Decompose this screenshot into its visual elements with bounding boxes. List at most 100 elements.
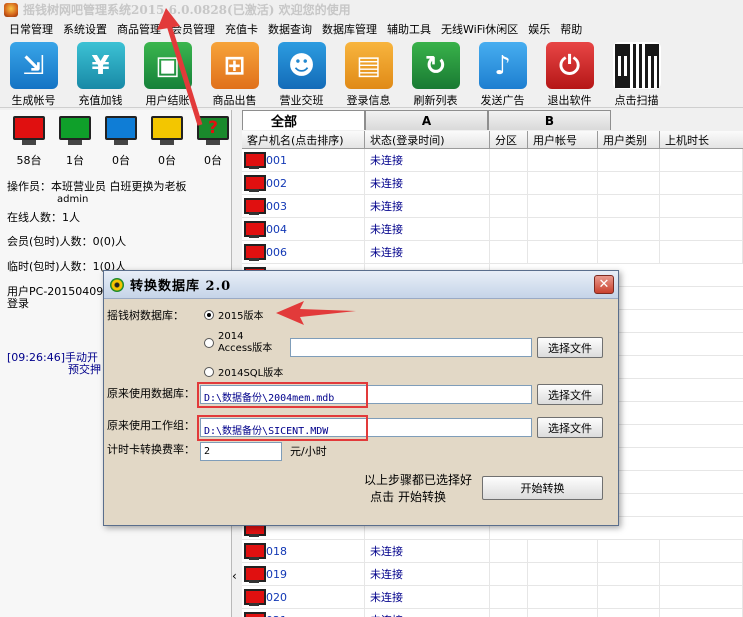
table-row[interactable]: 019 未连接 xyxy=(242,563,743,586)
shift-handover-button[interactable]: ☻ 营业交班 xyxy=(268,40,335,108)
select-file-button-access[interactable]: 选择文件 xyxy=(537,337,603,358)
send-ad-button[interactable]: ♪ 发送广告 xyxy=(469,40,536,108)
red-monitor-icon xyxy=(243,220,266,239)
access-path-input[interactable] xyxy=(290,338,532,357)
col-duration[interactable]: 上机时长 xyxy=(660,131,743,148)
menu-daily[interactable]: 日常管理 xyxy=(4,21,58,37)
orig-db-label: 原来使用数据库： xyxy=(107,387,195,400)
radio-unselected-icon xyxy=(204,338,214,348)
rate-unit: 元/小时 xyxy=(290,445,327,458)
menu-settings[interactable]: 系统设置 xyxy=(58,21,112,37)
dialog-app-icon xyxy=(110,277,124,292)
refresh-list-button[interactable]: ↻ 刷新列表 xyxy=(402,40,469,108)
menu-help[interactable]: 帮助 xyxy=(555,21,587,37)
locked-count[interactable]: 0台 xyxy=(144,116,190,168)
log-line-2: 预交押 xyxy=(68,363,101,376)
login-info-button[interactable]: ▤ 登录信息 xyxy=(335,40,402,108)
login-info-icon: ▤ xyxy=(344,42,393,89)
table-row[interactable]: 021 未连接 xyxy=(242,609,743,617)
dialog-titlebar: 转换数据库 2.0 ✕ xyxy=(104,271,618,299)
menu-query[interactable]: 数据查询 xyxy=(263,21,317,37)
sell-goods-button[interactable]: ⊞ 商品出售 xyxy=(201,40,268,108)
highlight-orig-workgroup xyxy=(197,415,368,441)
red-monitor-icon xyxy=(243,174,266,193)
menu-tools[interactable]: 辅助工具 xyxy=(382,21,436,37)
col-user-type[interactable]: 用户类别 xyxy=(598,131,660,148)
menu-members[interactable]: 会员管理 xyxy=(166,21,220,37)
col-client-name[interactable]: 客户机名(点击排序) xyxy=(242,131,365,148)
zone-tabs: 全部 A B xyxy=(242,110,743,130)
table-row[interactable]: 001 未连接 xyxy=(242,149,743,172)
tab-b[interactable]: B xyxy=(488,110,611,130)
dialog-title: 转换数据库 2.0 xyxy=(130,279,232,294)
create-account-button[interactable]: ⇲ 生成帐号 xyxy=(0,40,67,108)
create-account-icon: ⇲ xyxy=(9,42,58,89)
radio-2014-sql[interactable]: 2014SQL版本 xyxy=(204,364,283,379)
menu-wifi[interactable]: 无线WiFi休闲区 xyxy=(436,21,523,37)
recharge-icon: ¥ xyxy=(76,42,125,89)
orig-workgroup-label: 原来使用工作组： xyxy=(107,419,195,432)
collapse-panel-icon[interactable]: ‹ xyxy=(232,570,237,583)
tab-a[interactable]: A xyxy=(365,110,488,130)
grid-header: 客户机名(点击排序) 状态(登录时间) 分区 用户帐号 用户类别 上机时长 xyxy=(242,131,743,149)
col-account[interactable]: 用户帐号 xyxy=(528,131,598,148)
qr-code-icon xyxy=(612,42,661,89)
member-users: 会员(包时)人数：0(0)人 xyxy=(7,235,127,248)
menu-entertainment[interactable]: 娱乐 xyxy=(523,21,555,37)
menu-bar: 日常管理 系统设置 商品管理 会员管理 充值卡 数据查询 数据库管理 辅助工具 … xyxy=(0,19,743,39)
radio-2014-access[interactable]: 2014 Access版本 xyxy=(204,331,272,355)
menu-cards[interactable]: 充值卡 xyxy=(220,21,263,37)
operator-info: 操作员：本班营业员 白班更换为老板 xyxy=(7,180,187,193)
toolbar: ⇲ 生成帐号 ¥ 充值加钱 ▣ 用户结账 ⊞ 商品出售 ☻ 营业交班 ▤ 登录信… xyxy=(0,40,743,108)
unknown-count[interactable]: ? 0台 xyxy=(190,116,236,168)
red-monitor-icon xyxy=(243,243,266,262)
menu-goods[interactable]: 商品管理 xyxy=(112,21,166,37)
checkout-button[interactable]: ▣ 用户结账 xyxy=(134,40,201,108)
scan-qr-button[interactable]: 点击扫描 xyxy=(603,40,670,108)
red-monitor-icon xyxy=(243,151,266,170)
checkout-icon: ▣ xyxy=(143,42,192,89)
shopping-cart-icon: ⊞ xyxy=(210,42,259,89)
online-count[interactable]: 1台 xyxy=(52,116,98,168)
radio-selected-icon xyxy=(204,309,214,320)
table-row[interactable]: 018 未连接 xyxy=(242,540,743,563)
instruction-note: 以上步骤都已选择好 点击 开始转换 xyxy=(363,473,472,504)
menu-database[interactable]: 数据库管理 xyxy=(317,21,382,37)
title-bar: 摇钱树网吧管理系统2015.6.0.0828(已激活) 欢迎您的使用 xyxy=(0,0,743,19)
online-users: 在线人数：1人 xyxy=(7,211,80,224)
table-row[interactable]: 006 未连接 xyxy=(242,241,743,264)
rate-label: 计时卡转换费率： xyxy=(107,443,195,456)
select-file-button-workgroup[interactable]: 选择文件 xyxy=(537,417,603,438)
status-monitors: 58台 1台 0台 0台 ? 0台 xyxy=(6,116,236,168)
red-monitor-icon xyxy=(243,611,266,617)
red-monitor-icon xyxy=(243,565,266,584)
table-row[interactable]: 003 未连接 xyxy=(242,195,743,218)
table-row[interactable]: 004 未连接 xyxy=(242,218,743,241)
red-monitor-icon xyxy=(243,542,266,561)
start-convert-button[interactable]: 开始转换 xyxy=(482,476,603,500)
offline-count[interactable]: 58台 xyxy=(6,116,52,168)
exit-button[interactable]: ⏻ 退出软件 xyxy=(536,40,603,108)
recharge-button[interactable]: ¥ 充值加钱 xyxy=(67,40,134,108)
annotation-arrow-2015 xyxy=(276,301,356,325)
tab-all[interactable]: 全部 xyxy=(242,110,365,130)
shift-handover-icon: ☻ xyxy=(277,42,326,89)
yellow-monitor-icon xyxy=(151,116,183,140)
operator-name: admin xyxy=(57,194,89,205)
red-monitor-icon xyxy=(243,588,266,607)
col-status[interactable]: 状态(登录时间) xyxy=(365,131,490,148)
col-zone[interactable]: 分区 xyxy=(490,131,528,148)
close-button[interactable]: ✕ xyxy=(594,275,614,294)
select-file-button-db[interactable]: 选择文件 xyxy=(537,384,603,405)
idle-count[interactable]: 0台 xyxy=(98,116,144,168)
window-title: 摇钱树网吧管理系统2015.6.0.0828(已激活) 欢迎您的使用 xyxy=(23,3,351,17)
rate-input[interactable]: 2 xyxy=(200,442,282,461)
radio-2015[interactable]: 2015版本 xyxy=(204,307,263,322)
highlight-orig-db xyxy=(197,382,368,408)
table-row[interactable]: 020 未连接 xyxy=(242,586,743,609)
help-monitor-icon: ? xyxy=(197,116,229,140)
convert-database-dialog: 转换数据库 2.0 ✕ 摇钱树数据库： 2015版本 2014 Access版本 … xyxy=(103,270,619,526)
table-row[interactable]: 002 未连接 xyxy=(242,172,743,195)
radio-unselected-icon xyxy=(204,366,214,377)
refresh-icon: ↻ xyxy=(411,42,460,89)
